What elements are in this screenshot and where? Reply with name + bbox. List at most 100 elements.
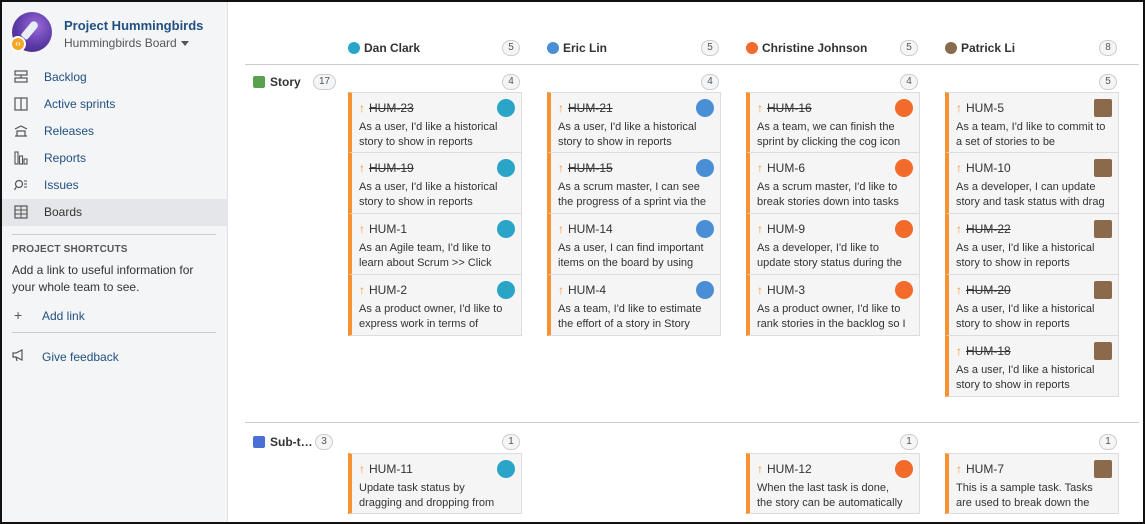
cell-count-badge: 1 — [502, 434, 520, 450]
board-cell: ↑ HUM-21 As a user, I'd like a historical … — [547, 92, 721, 336]
issue-card[interactable]: ↑ HUM-3 As a product owner, I'd like to ra… — [746, 275, 920, 336]
cell-count-badge: 1 — [900, 434, 918, 450]
issue-key-text: HUM-4 — [568, 283, 606, 297]
board: Dan Clark 5 Eric Lin 5 Christine Johnson 5 Pat… — [229, 2, 1143, 522]
column-header: Patrick Li — [945, 38, 1015, 58]
issue-key-text: HUM-18 — [966, 344, 1011, 358]
swimlane-label[interactable]: Story — [253, 74, 301, 90]
cell-count-badge: 1 — [1099, 434, 1117, 450]
issue-card[interactable]: ↑ HUM-14 As a user, I can find important i… — [547, 214, 721, 275]
sidebar-item-label: Boards — [44, 205, 83, 219]
issue-key[interactable]: ↑ HUM-12 — [757, 462, 812, 476]
issue-key[interactable]: ↑ HUM-23 — [359, 101, 414, 115]
sidebar-item-reports[interactable]: Reports — [2, 145, 228, 172]
sidebar-item-label: Reports — [44, 151, 87, 165]
swimlane-label[interactable]: Sub-t… — [253, 434, 313, 450]
issue-card[interactable]: ↑ HUM-5 As a team, I'd like to commit to a… — [945, 92, 1119, 153]
issue-card[interactable]: ↑ HUM-18 As a user, I'd like a historical … — [945, 336, 1119, 397]
issue-summary: Update task status by dragging and dropp… — [359, 482, 495, 509]
issue-summary: As a user, I'd like a historical story t… — [956, 242, 1095, 269]
header-divider — [245, 64, 1139, 65]
issue-card[interactable]: ↑ HUM-9 As a developer, I'd like to update… — [746, 214, 920, 275]
column-header: Dan Clark — [348, 38, 420, 58]
issue-card[interactable]: ↑ HUM-22 As a user, I'd like a historical … — [945, 214, 1119, 275]
issue-summary: As a user, I can find important items on… — [558, 242, 704, 269]
assignee-avatar-icon — [895, 281, 913, 299]
issue-key[interactable]: ↑ HUM-22 — [956, 222, 1011, 236]
caret-down-icon — [180, 41, 189, 47]
column-title: Dan Clark — [364, 41, 421, 55]
subtask-icon — [253, 436, 265, 448]
issue-summary: As a developer, I can update story and t… — [956, 181, 1105, 208]
assignee-avatar-icon — [497, 99, 515, 117]
board-cell: ↑ HUM-7 This is a sample task. Tasks are u… — [945, 453, 1119, 514]
assignee-avatar-icon — [696, 99, 714, 117]
board-cell: ↑ HUM-5 As a team, I'd like to commit to a… — [945, 92, 1119, 397]
issue-key[interactable]: ↑ HUM-16 — [757, 101, 812, 115]
priority-arrow-icon: ↑ — [359, 283, 365, 297]
issue-card[interactable]: ↑ HUM-20 As a user, I'd like a historical … — [945, 275, 1119, 336]
assignee-avatar-icon — [497, 159, 515, 177]
issue-key-text: HUM-15 — [568, 161, 613, 175]
issue-key[interactable]: ↑ HUM-14 — [558, 222, 613, 236]
issue-key[interactable]: ↑ HUM-4 — [558, 283, 606, 297]
sidebar-item-label: Active sprints — [44, 97, 116, 111]
issue-key-text: HUM-23 — [369, 101, 414, 115]
add-link-button[interactable]: + Add link — [12, 306, 85, 324]
issue-key[interactable]: ↑ HUM-6 — [757, 161, 805, 175]
issue-card[interactable]: ↑ HUM-12 When the last task is done, the s… — [746, 453, 920, 514]
assignee-avatar-icon — [497, 460, 515, 478]
issue-key-text: HUM-2 — [369, 283, 407, 297]
project-name[interactable]: Project Hummingbirds — [64, 18, 203, 33]
give-feedback-button[interactable]: Give feedback — [12, 348, 119, 366]
issue-key[interactable]: ↑ HUM-18 — [956, 344, 1011, 358]
issue-card[interactable]: ↑ HUM-6 As a scrum master, I'd like to bre… — [746, 153, 920, 214]
issue-card[interactable]: ↑ HUM-23 As a user, I'd like a historical … — [348, 92, 522, 153]
assignee-avatar-icon — [696, 159, 714, 177]
issue-key[interactable]: ↑ HUM-20 — [956, 283, 1011, 297]
priority-arrow-icon: ↑ — [757, 222, 763, 236]
issue-card[interactable]: ↑ HUM-7 This is a sample task. Tasks are u… — [945, 453, 1119, 514]
issue-card[interactable]: ↑ HUM-1 As an Agile team, I'd like to lear… — [348, 214, 522, 275]
issue-card[interactable]: ↑ HUM-4 As a team, I'd like to estimate th… — [547, 275, 721, 336]
issue-card[interactable]: ↑ HUM-21 As a user, I'd like a historical … — [547, 92, 721, 153]
sidebar-item-active-sprints[interactable]: Active sprints — [2, 91, 228, 118]
issue-key[interactable]: ↑ HUM-21 — [558, 101, 613, 115]
issue-card[interactable]: ↑ HUM-15 As a scrum master, I can see the … — [547, 153, 721, 214]
board-selector[interactable]: Hummingbirds Board — [64, 36, 189, 50]
assignee-avatar-icon — [696, 281, 714, 299]
issue-summary: As a user, I'd like a historical story t… — [956, 364, 1095, 391]
priority-arrow-icon: ↑ — [757, 283, 763, 297]
project-header[interactable]: ‹› Project Hummingbirds Hummingbirds Boa… — [10, 12, 222, 56]
issue-key[interactable]: ↑ HUM-5 — [956, 101, 1004, 115]
assignee-avatar-icon — [1094, 342, 1112, 360]
priority-arrow-icon: ↑ — [956, 101, 962, 115]
sidebar-item-label: Releases — [44, 124, 95, 138]
issue-key[interactable]: ↑ HUM-2 — [359, 283, 407, 297]
issue-key[interactable]: ↑ HUM-3 — [757, 283, 805, 297]
issue-key[interactable]: ↑ HUM-19 — [359, 161, 414, 175]
issue-key[interactable]: ↑ HUM-11 — [359, 462, 413, 476]
issue-summary: This is a sample task. Tasks are used to… — [956, 482, 1093, 509]
sidebar-divider — [12, 332, 216, 333]
issue-key[interactable]: ↑ HUM-10 — [956, 161, 1011, 175]
issue-card[interactable]: ↑ HUM-10 As a developer, I can update stor… — [945, 153, 1119, 214]
sidebar-item-boards[interactable]: Boards — [2, 199, 228, 226]
issue-key[interactable]: ↑ HUM-7 — [956, 462, 1004, 476]
issue-key[interactable]: ↑ HUM-9 — [757, 222, 805, 236]
swimlane-count-badge: 3 — [315, 434, 333, 450]
issue-card[interactable]: ↑ HUM-11 Update task status by dragging an… — [348, 453, 522, 514]
shortcuts-description: Add a link to useful information for you… — [12, 263, 194, 294]
issue-card[interactable]: ↑ HUM-2 As a product owner, I'd like to ex… — [348, 275, 522, 336]
sidebar-item-releases[interactable]: Releases — [2, 118, 228, 145]
issue-key-text: HUM-10 — [966, 161, 1011, 175]
issue-key[interactable]: ↑ HUM-1 — [359, 222, 407, 236]
issue-card[interactable]: ↑ HUM-19 As a user, I'd like a historical … — [348, 153, 522, 214]
issue-card[interactable]: ↑ HUM-16 As a team, we can finish the spri… — [746, 92, 920, 153]
issue-key[interactable]: ↑ HUM-15 — [558, 161, 613, 175]
sidebar-item-issues[interactable]: Issues — [2, 172, 228, 199]
sidebar-item-backlog[interactable]: Backlog — [2, 64, 228, 91]
assignee-avatar-icon — [895, 220, 913, 238]
megaphone-icon — [12, 348, 30, 367]
swimlane-divider — [245, 422, 1139, 423]
